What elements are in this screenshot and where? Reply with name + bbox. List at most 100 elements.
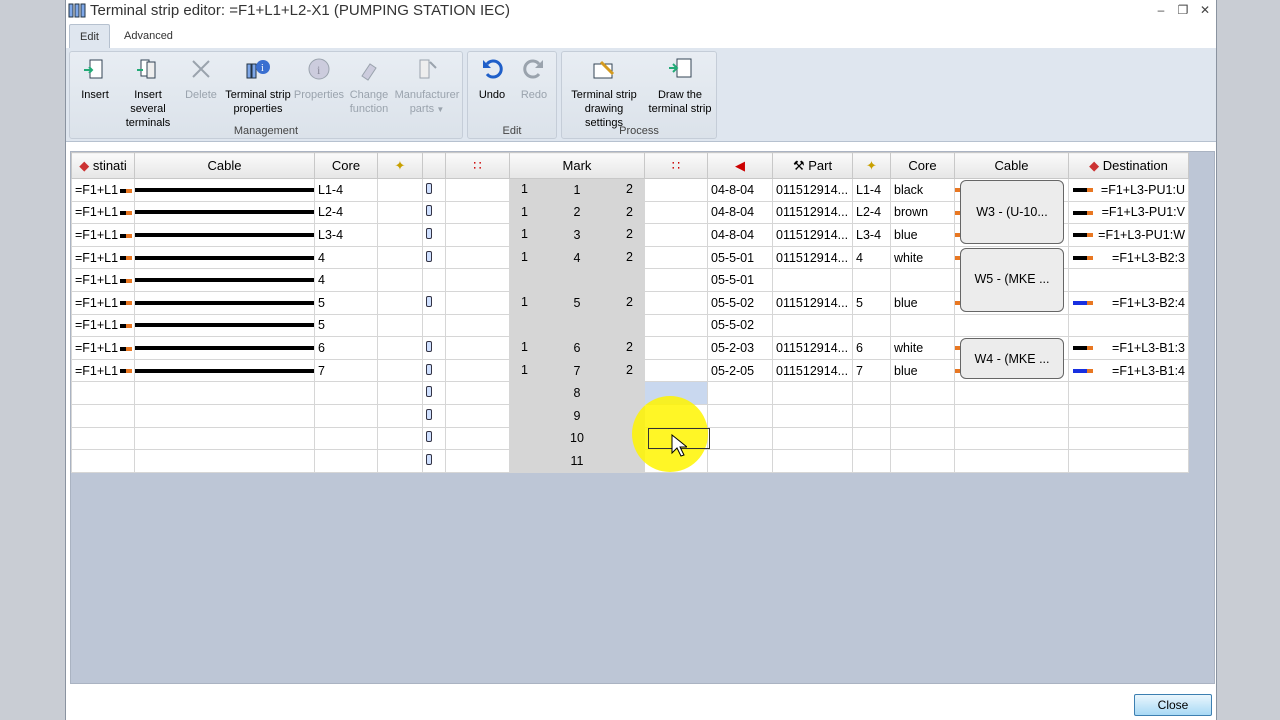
cell-cable-right[interactable] [954,403,1069,428]
cell-terminal-function[interactable]: 04-8-04 [707,223,773,247]
cell-jumper-left[interactable] [422,403,446,428]
cell-core-left[interactable]: 7 [314,358,378,383]
cell-cable-left[interactable] [134,426,315,451]
cell-jumper-internal-left[interactable] [445,290,510,315]
cell-part[interactable] [772,449,853,473]
cell-connection-left[interactable] [377,313,423,338]
cell-connection-right[interactable] [852,381,891,405]
cell-jumper-internal-right[interactable] [644,358,708,383]
cell-mark[interactable] [509,313,645,338]
cell-core-left[interactable] [314,381,378,405]
cell-cable-left[interactable] [134,358,315,383]
cell-jumper-internal-right[interactable] [644,200,708,225]
cell-destination-left[interactable] [71,449,135,473]
cell-mark[interactable]: 10 [509,426,645,451]
table-row[interactable]: 8 [71,381,1189,405]
cell-core-right[interactable] [890,268,955,292]
cell-jumper-internal-left[interactable] [445,426,510,451]
cell-part[interactable]: 011512914... [772,245,853,270]
cell-core-left[interactable]: 6 [314,336,378,360]
cell-jumper-internal-left[interactable] [445,381,510,405]
cell-mark[interactable]: 1 5 2 [509,290,645,315]
cell-core-right[interactable]: blue [890,358,955,383]
cable-block[interactable]: W5 - (MKE ... [960,247,1064,312]
cell-terminal-function[interactable]: 05-5-02 [707,290,773,315]
cell-terminal-function[interactable]: 05-5-01 [707,245,773,270]
cell-destination-left[interactable]: =F1+L1 [71,200,135,225]
cell-jumper-internal-left[interactable] [445,178,510,202]
cell-jumper-left[interactable] [422,178,446,202]
cell-destination-right[interactable]: =F1+L3-B2:4 [1068,290,1189,315]
cell-connection-left[interactable] [377,245,423,270]
cell-connection-right[interactable] [852,426,891,451]
cell-destination-right[interactable] [1068,426,1189,451]
cell-destination-left[interactable]: =F1+L1 [71,245,135,270]
cell-connection-left[interactable] [377,403,423,428]
cell-jumper-internal-left[interactable] [445,336,510,360]
cell-jumper-internal-left[interactable] [445,449,510,473]
header-terminal-function[interactable]: ◀ [707,152,773,179]
cell-terminal-function[interactable]: 05-5-01 [707,268,773,292]
cell-mark[interactable]: 8 [509,381,645,405]
header-cable-left[interactable]: Cable [134,152,315,179]
cell-connection-left[interactable] [377,200,423,225]
cell-terminal-function[interactable] [707,381,773,405]
cell-destination-left[interactable] [71,403,135,428]
cell-cable-left[interactable] [134,290,315,315]
close-window-icon[interactable]: ✕ [1196,3,1214,17]
cell-terminal-function[interactable]: 04-8-04 [707,200,773,225]
cell-jumper-internal-left[interactable] [445,200,510,225]
cell-jumper-left[interactable] [422,336,446,360]
cell-cable-right[interactable] [954,313,1069,338]
cell-part[interactable] [772,426,853,451]
cell-connection-right[interactable]: 6 [852,336,891,360]
header-core-right[interactable]: Core [890,152,955,179]
redo-button[interactable]: Redo [514,56,554,102]
cell-destination-left[interactable]: =F1+L1 [71,358,135,383]
cell-core-left[interactable]: L1-4 [314,178,378,202]
cell-destination-left[interactable] [71,381,135,405]
table-row[interactable]: =F1+L1 5 05-5-02 [71,313,1189,338]
cell-jumper-internal-right[interactable] [644,178,708,202]
cell-part[interactable]: 011512914... [772,358,853,383]
table-row[interactable]: 11 [71,449,1189,473]
header-core-left[interactable]: Core [314,152,378,179]
cell-jumper-left[interactable] [422,200,446,225]
cell-jumper-internal-left[interactable] [445,403,510,428]
cell-jumper-internal-right[interactable] [644,290,708,315]
cell-destination-right[interactable] [1068,313,1189,338]
cell-jumper-internal-left[interactable] [445,223,510,247]
cell-connection-right[interactable]: L2-4 [852,200,891,225]
insert-several-terminals-button[interactable]: Insert several terminals [115,56,181,130]
cell-core-right[interactable] [890,313,955,338]
cell-jumper-internal-left[interactable] [445,268,510,292]
cell-connection-left[interactable] [377,290,423,315]
cell-cable-left[interactable] [134,200,315,225]
cell-mark[interactable]: 1 7 2 [509,358,645,383]
cell-connection-right[interactable]: 4 [852,245,891,270]
cell-destination-right[interactable]: =F1+L3-B1:4 [1068,358,1189,383]
header-jumper-internal-right[interactable]: ∷ [644,152,708,179]
cell-terminal-function[interactable]: 04-8-04 [707,178,773,202]
cell-core-left[interactable]: 4 [314,268,378,292]
minimize-icon[interactable]: – [1152,3,1170,17]
header-part[interactable]: ⚒ Part [772,152,853,179]
cell-mark[interactable]: 9 [509,403,645,428]
manufacturer-parts-button[interactable]: Manufacturer parts ▼ [392,56,462,117]
cell-cable-left[interactable] [134,336,315,360]
cell-jumper-internal-left[interactable] [445,245,510,270]
cell-destination-left[interactable]: =F1+L1 [71,336,135,360]
cell-core-right[interactable] [890,449,955,473]
cell-jumper-left[interactable] [422,381,446,405]
cell-cable-right[interactable] [954,381,1069,405]
cell-part[interactable] [772,403,853,428]
table-row[interactable]: 10 [71,426,1189,451]
cell-jumper-left[interactable] [422,290,446,315]
cell-jumper-left[interactable] [422,358,446,383]
header-connection-right[interactable]: ✦ [852,152,891,179]
cell-core-left[interactable] [314,403,378,428]
cell-destination-right[interactable]: =F1+L3-B1:3 [1068,336,1189,360]
properties-button[interactable]: i Properties [293,56,345,102]
cell-part[interactable]: 011512914... [772,200,853,225]
cell-connection-left[interactable] [377,381,423,405]
